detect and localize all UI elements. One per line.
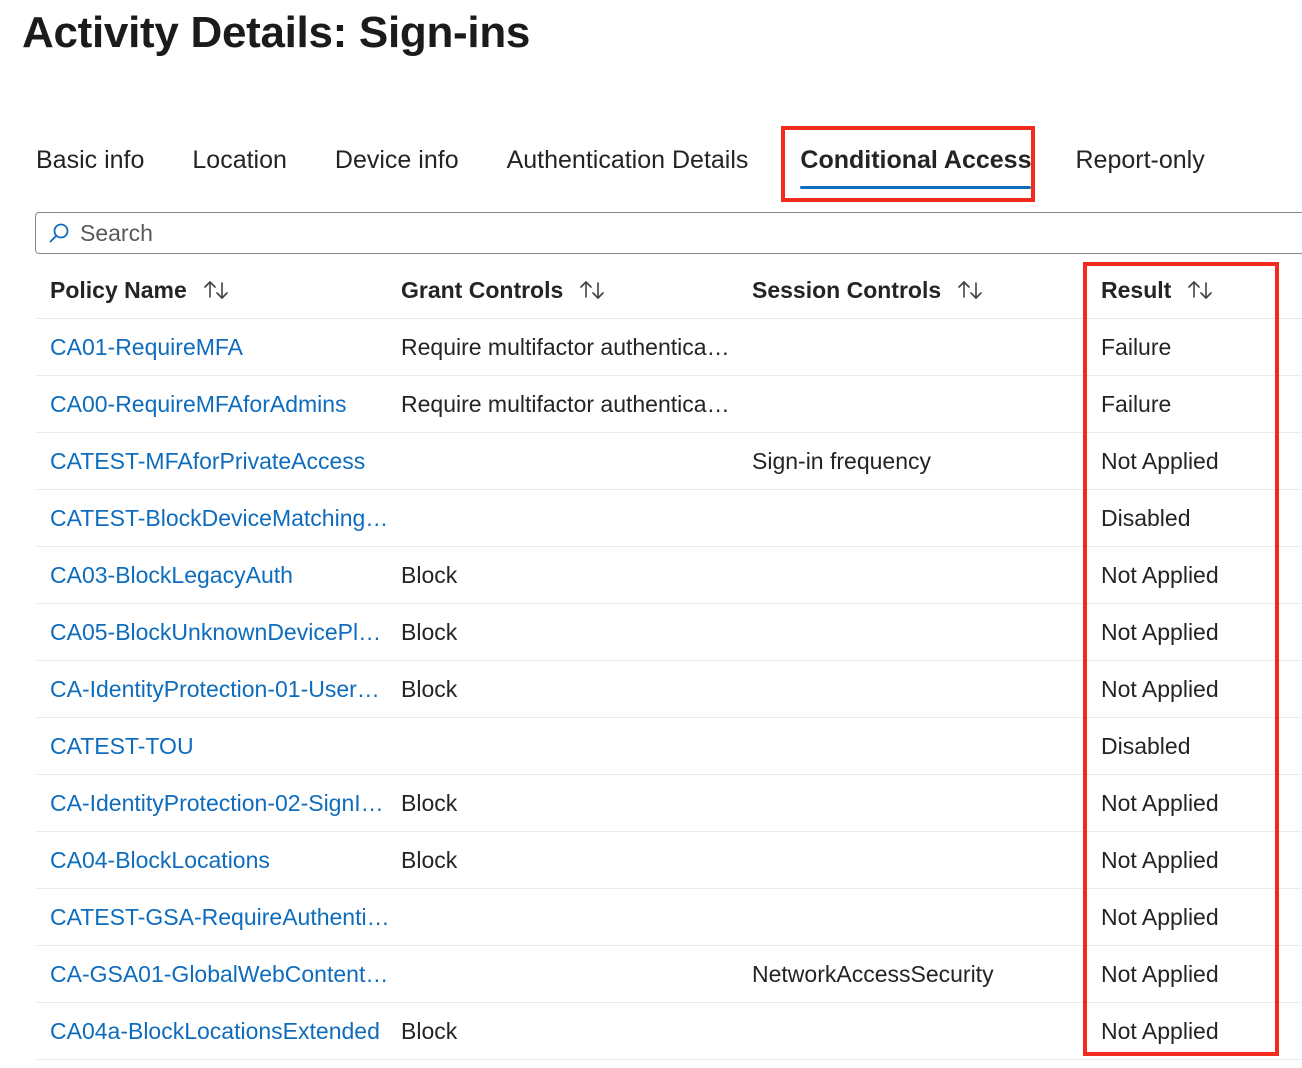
column-header-result[interactable]: Result [1101, 262, 1291, 318]
policy-name-link[interactable]: CA04a-BlockLocationsExtended [50, 1003, 390, 1059]
result-cell: Not Applied [1101, 562, 1219, 588]
session-controls-cell: NetworkAccessSecurity [752, 961, 994, 987]
session-controls-cell [752, 889, 1082, 945]
result-cell: Failure [1101, 334, 1172, 360]
policy-name-link[interactable]: CA03-BlockLegacyAuth [50, 547, 390, 603]
policy-name-link[interactable]: CA01-RequireMFA [50, 319, 390, 375]
result-cell: Not Applied [1101, 904, 1219, 930]
result-cell: Not Applied [1101, 961, 1219, 987]
policy-name-link[interactable]: CATEST-BlockDeviceMatchingFilter [50, 490, 390, 546]
search-input[interactable] [80, 219, 680, 247]
column-header-grant-controls[interactable]: Grant Controls [401, 262, 733, 318]
session-controls-cell [752, 1003, 1082, 1059]
grant-controls-cell [401, 433, 733, 489]
table-row[interactable]: CA-IdentityProtection-01-UserRisk Block … [36, 661, 1302, 718]
grant-controls-cell [401, 889, 733, 945]
result-cell: Not Applied [1101, 676, 1219, 702]
tab-device-info[interactable]: Device info [335, 138, 459, 182]
tab-location[interactable]: Location [192, 138, 287, 182]
table-row[interactable]: CA-GSA01-GlobalWebContentFiltering Netwo… [36, 946, 1302, 1003]
sort-updown-icon[interactable] [577, 279, 607, 301]
session-controls-cell [752, 832, 1082, 888]
policy-name-link[interactable]: CA-IdentityProtection-01-UserRisk [50, 661, 390, 717]
sort-updown-icon[interactable] [201, 279, 231, 301]
result-cell: Not Applied [1101, 619, 1219, 645]
policy-name-link[interactable]: CA05-BlockUnknownDevicePlatforms [50, 604, 390, 660]
activity-details-page: Activity Details: Sign-ins Basic info Lo… [0, 0, 1302, 1068]
policy-name-link[interactable]: CA-GSA01-GlobalWebContentFiltering [50, 946, 390, 1002]
search-box[interactable] [35, 212, 1302, 254]
session-controls-cell [752, 718, 1082, 774]
search-icon [48, 222, 70, 244]
grant-controls-cell: Block [401, 790, 458, 816]
grant-controls-cell [401, 490, 733, 546]
policy-name-link[interactable]: CA-IdentityProtection-02-SignInRisk [50, 775, 390, 831]
grant-controls-cell: Block [401, 847, 458, 873]
session-controls-cell [752, 319, 1082, 375]
result-cell: Not Applied [1101, 790, 1219, 816]
table-row[interactable]: CA04a-BlockLocationsExtended Block Not A… [36, 1003, 1302, 1060]
grant-controls-cell: Block [401, 562, 458, 588]
grant-controls-cell: Require multifactor authentication [401, 334, 733, 360]
table-row[interactable]: CA-IdentityProtection-02-SignInRisk Bloc… [36, 775, 1302, 832]
grant-controls-cell [401, 946, 733, 1002]
grant-controls-cell: Block [401, 676, 458, 702]
table-row[interactable]: CA01-RequireMFA Require multifactor auth… [36, 319, 1302, 376]
result-cell: Disabled [1101, 733, 1191, 759]
column-header-label: Grant Controls [401, 276, 564, 303]
session-controls-cell [752, 376, 1082, 432]
table-header: Policy Name Grant Controls Session Contr… [36, 262, 1302, 319]
policy-name-link[interactable]: CATEST-MFAforPrivateAccess [50, 433, 390, 489]
page-title: Activity Details: Sign-ins [22, 8, 531, 57]
policy-name-link[interactable]: CATEST-GSA-RequireAuthenticationStrength [50, 889, 390, 945]
grant-controls-cell: Block [401, 1018, 458, 1044]
result-cell: Failure [1101, 391, 1172, 417]
result-cell: Disabled [1101, 505, 1191, 531]
tab-basic-info[interactable]: Basic info [36, 138, 144, 182]
table-row[interactable]: CA03-BlockLegacyAuth Block Not Applied [36, 547, 1302, 604]
tab-bar: Basic info Location Device info Authenti… [36, 138, 1205, 189]
table-row[interactable]: CATEST-TOU Disabled [36, 718, 1302, 775]
session-controls-cell [752, 604, 1082, 660]
result-cell: Not Applied [1101, 448, 1219, 474]
result-cell: Not Applied [1101, 847, 1219, 873]
column-header-policy-name[interactable]: Policy Name [50, 262, 390, 318]
sort-updown-icon[interactable] [955, 279, 985, 301]
policy-name-link[interactable]: CA00-RequireMFAforAdmins [50, 376, 390, 432]
grant-controls-cell: Block [401, 619, 458, 645]
grant-controls-cell: Require multifactor authentication [401, 391, 733, 417]
table-row[interactable]: CA00-RequireMFAforAdmins Require multifa… [36, 376, 1302, 433]
conditional-access-table: Policy Name Grant Controls Session Contr… [36, 262, 1302, 1060]
sort-updown-icon[interactable] [1185, 279, 1215, 301]
table-row[interactable]: CATEST-BlockDeviceMatchingFilter Disable… [36, 490, 1302, 547]
tab-conditional-access[interactable]: Conditional Access [800, 138, 1032, 189]
tab-authentication-details[interactable]: Authentication Details [507, 138, 749, 182]
column-header-session-controls[interactable]: Session Controls [752, 262, 1082, 318]
session-controls-cell [752, 490, 1082, 546]
table-row[interactable]: CA05-BlockUnknownDevicePlatforms Block N… [36, 604, 1302, 661]
column-header-label: Result [1101, 276, 1172, 303]
column-header-label: Policy Name [50, 276, 187, 303]
grant-controls-cell [401, 718, 733, 774]
session-controls-cell: Sign-in frequency [752, 448, 931, 474]
result-cell: Not Applied [1101, 1018, 1219, 1044]
session-controls-cell [752, 661, 1082, 717]
session-controls-cell [752, 775, 1082, 831]
policy-name-link[interactable]: CATEST-TOU [50, 718, 390, 774]
session-controls-cell [752, 547, 1082, 603]
table-row[interactable]: CATEST-GSA-RequireAuthenticationStrength… [36, 889, 1302, 946]
tab-report-only[interactable]: Report-only [1075, 138, 1204, 182]
table-row[interactable]: CATEST-MFAforPrivateAccess Sign-in frequ… [36, 433, 1302, 490]
column-header-label: Session Controls [752, 276, 942, 303]
policy-name-link[interactable]: CA04-BlockLocations [50, 832, 390, 888]
table-row[interactable]: CA04-BlockLocations Block Not Applied [36, 832, 1302, 889]
